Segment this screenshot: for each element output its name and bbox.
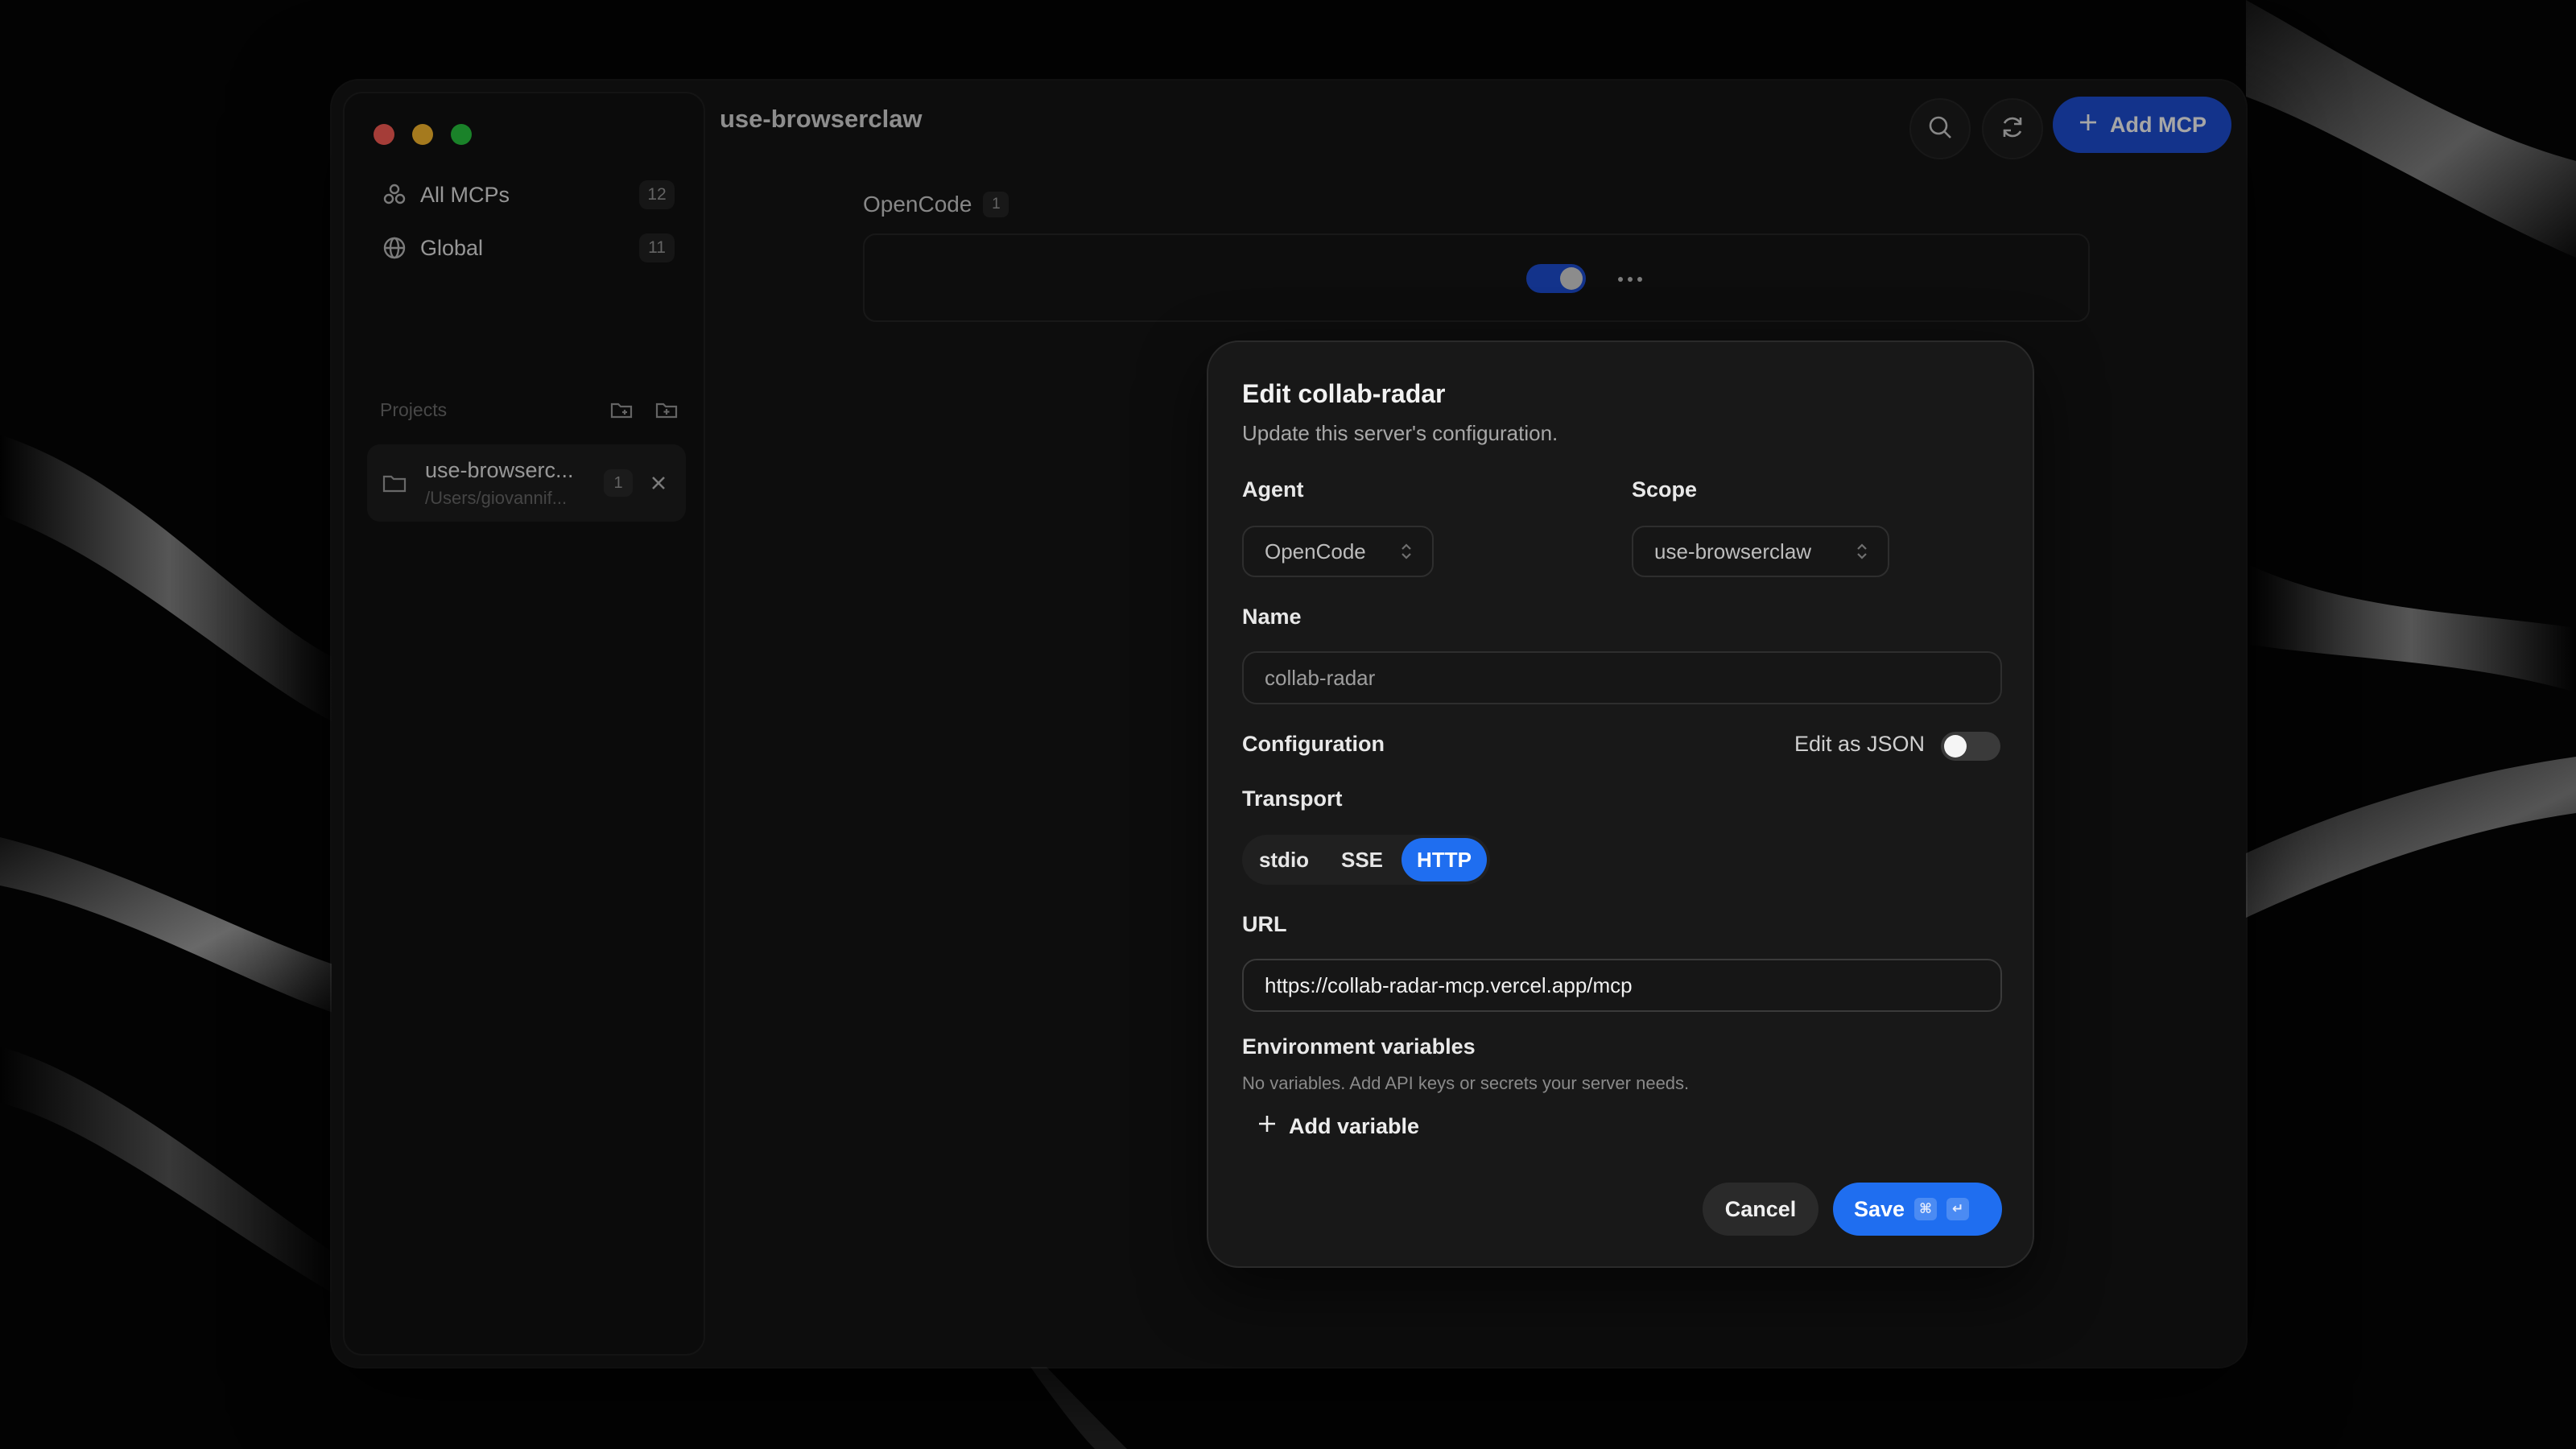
transport-option-stdio[interactable]: stdio bbox=[1245, 838, 1323, 881]
add-variable-label: Add variable bbox=[1289, 1113, 1420, 1138]
edit-as-json-label: Edit as JSON bbox=[1794, 732, 1926, 756]
url-label: URL bbox=[1242, 912, 1287, 936]
enter-key-hint: ↵ bbox=[1946, 1198, 1970, 1220]
environment-variables-label: Environment variables bbox=[1242, 1034, 1476, 1059]
scope-select[interactable]: use-browserclaw bbox=[1632, 526, 1889, 577]
save-label: Save bbox=[1854, 1196, 1905, 1221]
save-button[interactable]: Save ⌘ ↵ bbox=[1833, 1183, 2002, 1236]
agent-label: Agent bbox=[1242, 477, 1304, 502]
transport-label: Transport bbox=[1242, 786, 1343, 811]
plus-icon bbox=[1257, 1113, 1278, 1140]
transport-selector: stdio SSE HTTP bbox=[1242, 835, 1490, 885]
transport-option-sse[interactable]: SSE bbox=[1323, 838, 1402, 881]
name-value: collab-radar bbox=[1265, 665, 1376, 690]
dialog-subtitle: Update this server's configuration. bbox=[1242, 421, 1558, 445]
agent-select[interactable]: OpenCode bbox=[1242, 526, 1434, 577]
app-window: All MCPs 12 Global 11 Projects use-brows… bbox=[332, 80, 2246, 1367]
url-value: https://collab-radar-mcp.vercel.app/mcp bbox=[1265, 972, 1633, 997]
edit-server-dialog: Edit collab-radar Update this server's c… bbox=[1207, 341, 2034, 1268]
chevron-up-down-icon bbox=[1400, 542, 1413, 561]
cancel-button[interactable]: Cancel bbox=[1703, 1183, 1818, 1236]
environment-variables-note: No variables. Add API keys or secrets yo… bbox=[1242, 1073, 1690, 1093]
agent-value: OpenCode bbox=[1265, 539, 1366, 564]
scope-value: use-browserclaw bbox=[1654, 539, 1812, 564]
dialog-title: Edit collab-radar bbox=[1242, 379, 1446, 408]
scope-label: Scope bbox=[1632, 477, 1698, 502]
url-input[interactable]: https://collab-radar-mcp.vercel.app/mcp bbox=[1242, 959, 2002, 1012]
name-input[interactable]: collab-radar bbox=[1242, 651, 2002, 704]
edit-as-json-toggle[interactable] bbox=[1941, 732, 2000, 761]
configuration-label: Configuration bbox=[1242, 732, 1385, 756]
command-key-hint: ⌘ bbox=[1914, 1198, 1938, 1220]
name-label: Name bbox=[1242, 605, 1302, 629]
transport-option-http[interactable]: HTTP bbox=[1402, 838, 1487, 881]
chevron-up-down-icon bbox=[1856, 542, 1868, 561]
add-variable-button[interactable]: Add variable bbox=[1257, 1104, 1419, 1149]
